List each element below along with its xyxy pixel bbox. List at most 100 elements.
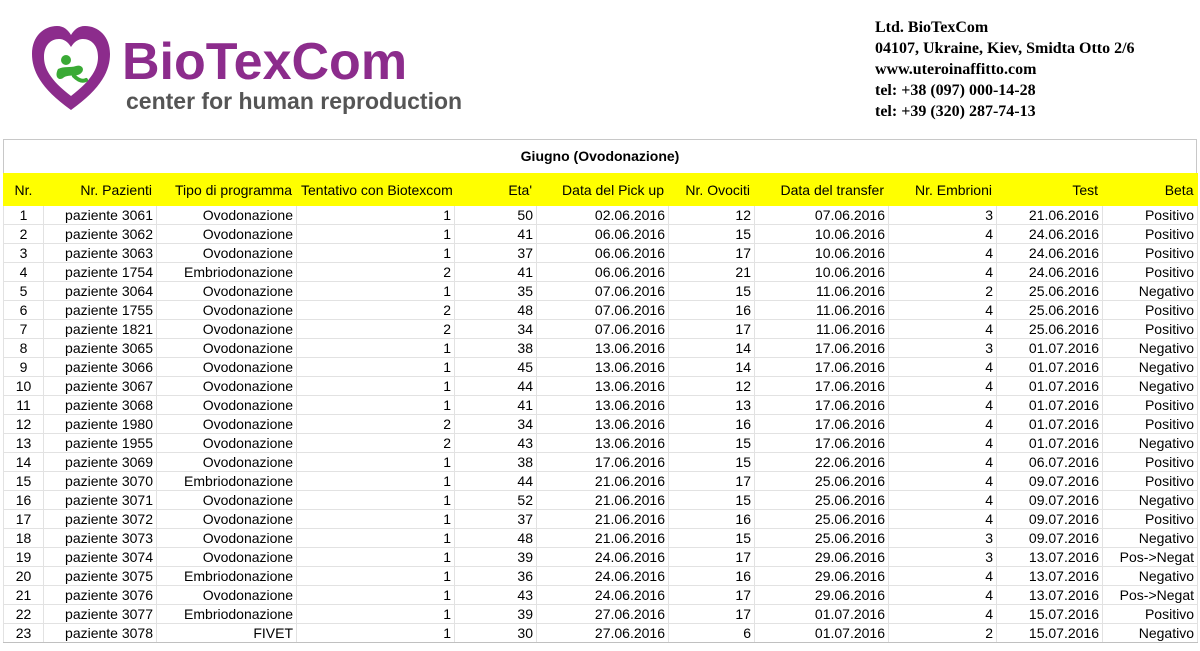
cell-beta: Negativo	[1102, 281, 1198, 301]
cell-nr: 10	[3, 376, 44, 396]
cell-beta: Negativo	[1102, 623, 1198, 643]
cell-test: 09.07.2016	[996, 471, 1103, 491]
cell-age: 39	[454, 547, 537, 567]
cell-patient: paziente 1821	[43, 319, 157, 339]
cell-pickup-date: 21.06.2016	[536, 490, 669, 510]
cell-patient: paziente 3062	[43, 224, 157, 244]
cell-pickup-date: 24.06.2016	[536, 547, 669, 567]
cell-age: 37	[454, 509, 537, 529]
cell-test: 15.07.2016	[996, 604, 1103, 624]
cell-pickup-date: 27.06.2016	[536, 623, 669, 643]
cell-oocytes: 17	[668, 604, 755, 624]
cell-program: Ovodonazione	[156, 452, 297, 472]
cell-embryos: 4	[888, 452, 997, 472]
cell-test: 01.07.2016	[996, 376, 1103, 396]
col-header-transfer-date: Data del transfer	[754, 173, 889, 206]
cell-beta: Pos->Negat	[1102, 547, 1198, 567]
cell-attempt: 2	[296, 300, 455, 320]
col-header-test: Test	[996, 173, 1103, 206]
cell-nr: 17	[3, 509, 44, 529]
cell-program: Ovodonazione	[156, 414, 297, 434]
cell-patient: paziente 3074	[43, 547, 157, 567]
cell-program: Ovodonazione	[156, 509, 297, 529]
cell-age: 41	[454, 224, 537, 244]
cell-age: 43	[454, 585, 537, 605]
cell-pickup-date: 06.06.2016	[536, 262, 669, 282]
cell-age: 39	[454, 604, 537, 624]
cell-nr: 12	[3, 414, 44, 434]
cell-oocytes: 12	[668, 206, 755, 225]
cell-embryos: 4	[888, 262, 997, 282]
cell-embryos: 4	[888, 471, 997, 491]
cell-nr: 3	[3, 243, 44, 263]
cell-oocytes: 15	[668, 281, 755, 301]
cell-embryos: 4	[888, 300, 997, 320]
cell-oocytes: 15	[668, 433, 755, 453]
cell-beta: Positivo	[1102, 319, 1198, 339]
results-sheet: Giugno (Ovodonazione) Nr. Nr. Pazienti T…	[3, 139, 1198, 643]
table-row: 8 paziente 3065 Ovodonazione 1 38 13.06.2016 1…	[3, 338, 1198, 358]
cell-embryos: 4	[888, 243, 997, 263]
cell-nr: 20	[3, 566, 44, 586]
cell-pickup-date: 02.06.2016	[536, 206, 669, 225]
cell-transfer-date: 17.06.2016	[754, 357, 889, 377]
table-row: 10 paziente 3067 Ovodonazione 1 44 13.06.2016…	[3, 376, 1198, 396]
cell-transfer-date: 17.06.2016	[754, 395, 889, 415]
cell-program: Ovodonazione	[156, 395, 297, 415]
cell-patient: paziente 3077	[43, 604, 157, 624]
cell-attempt: 1	[296, 490, 455, 510]
cell-embryos: 3	[888, 547, 997, 567]
cell-embryos: 4	[888, 566, 997, 586]
cell-patient: paziente 3078	[43, 623, 157, 643]
cell-nr: 7	[3, 319, 44, 339]
cell-oocytes: 16	[668, 509, 755, 529]
cell-pickup-date: 06.06.2016	[536, 224, 669, 244]
cell-attempt: 2	[296, 319, 455, 339]
cell-patient: paziente 1755	[43, 300, 157, 320]
cell-oocytes: 17	[668, 243, 755, 263]
cell-test: 01.07.2016	[996, 433, 1103, 453]
cell-oocytes: 13	[668, 395, 755, 415]
table-title: Giugno (Ovodonazione)	[3, 139, 1197, 173]
cell-patient: paziente 3075	[43, 566, 157, 586]
cell-embryos: 4	[888, 604, 997, 624]
cell-nr: 9	[3, 357, 44, 377]
cell-oocytes: 17	[668, 319, 755, 339]
phone-italy: tel: +39 (320) 287-74-13	[875, 103, 1036, 120]
cell-beta: Pos->Negat	[1102, 585, 1198, 605]
cell-embryos: 4	[888, 395, 997, 415]
cell-beta: Negativo	[1102, 357, 1198, 377]
cell-attempt: 1	[296, 585, 455, 605]
table-row: 15 paziente 3070 Embriodonazione 1 44 21.06.2…	[3, 471, 1198, 491]
cell-patient: paziente 1980	[43, 414, 157, 434]
cell-pickup-date: 24.06.2016	[536, 585, 669, 605]
cell-nr: 14	[3, 452, 44, 472]
cell-oocytes: 12	[668, 376, 755, 396]
cell-beta: Negativo	[1102, 376, 1198, 396]
cell-patient: paziente 3069	[43, 452, 157, 472]
cell-test: 25.06.2016	[996, 300, 1103, 320]
table-row: 6 paziente 1755 Ovodonazione 2 48 07.06.2016 1…	[3, 300, 1198, 320]
cell-embryos: 3	[888, 338, 997, 358]
cell-nr: 1	[3, 206, 44, 225]
cell-test: 24.06.2016	[996, 243, 1103, 263]
cell-oocytes: 15	[668, 528, 755, 548]
cell-attempt: 2	[296, 433, 455, 453]
cell-transfer-date: 22.06.2016	[754, 452, 889, 472]
table-row: 2 paziente 3062 Ovodonazione 1 41 06.06.2016 1…	[3, 224, 1198, 244]
cell-attempt: 1	[296, 604, 455, 624]
cell-program: Ovodonazione	[156, 433, 297, 453]
col-header-nr: Nr.	[3, 173, 44, 206]
cell-attempt: 1	[296, 338, 455, 358]
cell-test: 13.07.2016	[996, 566, 1103, 586]
cell-patient: paziente 3076	[43, 585, 157, 605]
table-row: 14 paziente 3069 Ovodonazione 1 38 17.06.2016…	[3, 452, 1198, 472]
cell-embryos: 4	[888, 414, 997, 434]
cell-attempt: 1	[296, 471, 455, 491]
cell-transfer-date: 29.06.2016	[754, 547, 889, 567]
cell-test: 25.06.2016	[996, 281, 1103, 301]
cell-transfer-date: 17.06.2016	[754, 433, 889, 453]
cell-oocytes: 21	[668, 262, 755, 282]
cell-embryos: 4	[888, 357, 997, 377]
cell-program: Ovodonazione	[156, 243, 297, 263]
